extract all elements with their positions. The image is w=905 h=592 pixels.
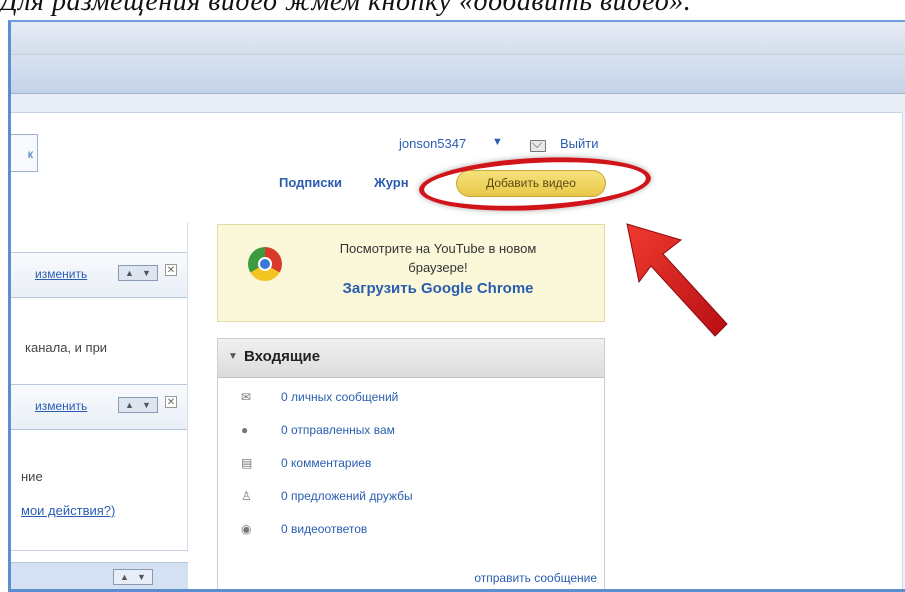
inbox-row[interactable]: ✉ 0 личных сообщений — [218, 383, 604, 416]
comment-icon: ▤ — [241, 456, 253, 470]
inbox-row[interactable]: ▤ 0 комментариев — [218, 449, 604, 482]
move-arrows[interactable]: ▲ ▼ — [118, 265, 158, 281]
download-chrome-link[interactable]: Загрузить Google Chrome — [298, 280, 578, 297]
move-down-icon[interactable]: ▼ — [142, 268, 151, 278]
browser-tabstrip — [11, 94, 905, 113]
browser-titlebar — [11, 22, 905, 55]
mail-icon[interactable] — [530, 140, 546, 152]
caption-text: Для размещения видео жмем кнопку «добави… — [0, 0, 692, 17]
inbox-item-label[interactable]: 0 отправленных вам — [281, 423, 395, 437]
inbox-row[interactable]: ♙ 0 предложений дружбы — [218, 482, 604, 515]
highlight-ring — [417, 151, 653, 217]
close-icon[interactable]: ✕ — [165, 264, 177, 276]
move-down-icon[interactable]: ▼ — [142, 400, 151, 410]
move-up-icon[interactable]: ▲ — [125, 268, 134, 278]
envelope-icon: ✉ — [241, 390, 252, 404]
chrome-promo-box: Посмотрите на YouTube в новом браузере! … — [217, 224, 605, 322]
module-1-text: канала, и при — [25, 340, 108, 355]
promo-text-line-1: Посмотрите на YouTube в новом — [339, 241, 537, 256]
edit-link[interactable]: изменить — [35, 399, 87, 413]
divider — [187, 222, 188, 552]
inbox-panel: ▼ Входящие ✉ 0 личных сообщений ● 0 отпр… — [217, 338, 605, 589]
my-actions-link[interactable]: мои действия?) — [21, 503, 115, 518]
sidebar-module-2-header: изменить ▲ ▼ ✕ — [11, 384, 188, 430]
collapse-triangle-icon[interactable]: ▼ — [228, 351, 238, 362]
nav-subscriptions[interactable]: Подписки — [279, 175, 342, 190]
logout-link[interactable]: Выйти — [560, 136, 599, 151]
edit-link[interactable]: изменить — [35, 267, 87, 281]
move-up-icon[interactable]: ▲ — [120, 572, 129, 582]
close-icon[interactable]: ✕ — [165, 396, 177, 408]
nav-journal[interactable]: Журн — [374, 175, 409, 190]
send-message-link[interactable]: отправить сообщение — [474, 571, 597, 585]
video-reply-icon: ◉ — [241, 522, 252, 536]
inbox-item-label[interactable]: 0 комментариев — [281, 456, 371, 470]
sidebar-module-1-header: изменить ▲ ▼ ✕ — [11, 252, 188, 298]
move-up-icon[interactable]: ▲ — [125, 400, 134, 410]
move-arrows[interactable]: ▲ ▼ — [113, 569, 153, 585]
move-down-icon[interactable]: ▼ — [137, 572, 146, 582]
inbox-row[interactable]: ◉ 0 видеоответов — [218, 515, 604, 548]
inbox-item-label[interactable]: 0 личных сообщений — [281, 390, 398, 404]
module-2-text: ние — [21, 469, 43, 484]
user-menu-arrow-icon[interactable]: ▼ — [492, 136, 503, 148]
move-arrows[interactable]: ▲ ▼ — [118, 397, 158, 413]
search-input[interactable]: к — [11, 134, 38, 172]
sidebar-module-3-header: ▲ ▼ — [11, 562, 188, 589]
username-link[interactable]: jonson5347 — [399, 136, 466, 151]
browser-window: к jonson5347 ▼ Выйти Подписки Журн Добав… — [8, 20, 905, 592]
inbox-item-label[interactable]: 0 видеоответов — [281, 522, 367, 536]
chrome-logo-icon — [248, 247, 282, 281]
promo-text-line-2: браузере! — [408, 260, 468, 275]
pointer-arrow-icon — [626, 223, 728, 337]
divider — [11, 550, 188, 551]
inbox-item-label[interactable]: 0 предложений дружбы — [281, 489, 413, 503]
inbox-header[interactable]: ▼ Входящие — [218, 339, 604, 378]
speech-bubble-icon: ● — [241, 423, 249, 437]
person-icon: ♙ — [241, 489, 252, 503]
browser-toolbar — [11, 55, 905, 94]
inbox-row[interactable]: ● 0 отправленных вам — [218, 416, 604, 449]
inbox-title: Входящие — [244, 348, 321, 365]
